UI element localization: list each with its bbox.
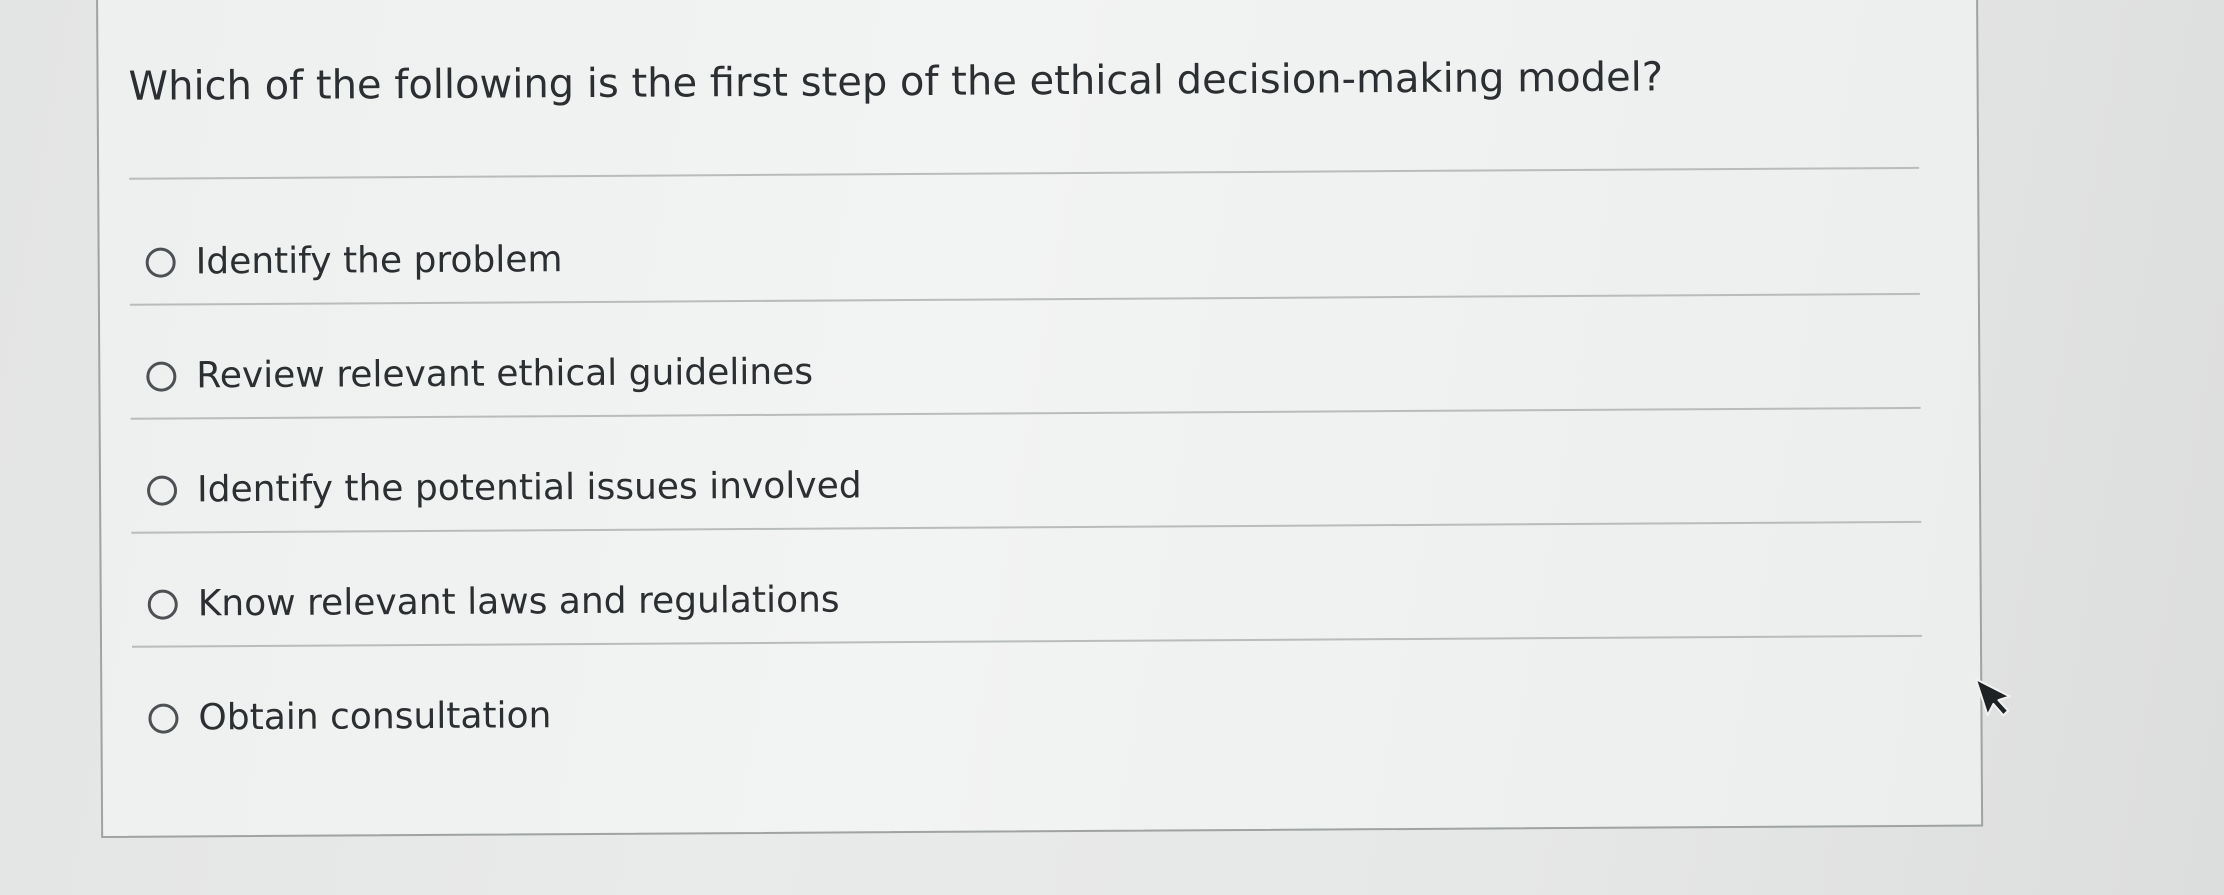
answer-option-4[interactable]: Know relevant laws and regulations: [147, 579, 840, 625]
answer-option-label: Know relevant laws and regulations: [197, 579, 840, 625]
answer-option-label: Obtain consultation: [198, 695, 552, 739]
answer-option-label: Review relevant ethical guidelines: [196, 351, 814, 397]
radio-unselected-icon[interactable]: [148, 703, 179, 734]
option-divider: [132, 634, 1922, 648]
answer-option-2[interactable]: Review relevant ethical guidelines: [146, 352, 813, 397]
option-divider: [130, 406, 1921, 420]
option-divider: [129, 292, 1920, 306]
answer-option-5[interactable]: Obtain consultation: [148, 695, 552, 739]
answer-option-label: Identify the potential issues involved: [196, 465, 862, 511]
radio-unselected-icon[interactable]: [145, 247, 176, 278]
radio-unselected-icon[interactable]: [147, 589, 178, 620]
radio-unselected-icon[interactable]: [146, 475, 178, 506]
question-card: Which of the following is the first step…: [96, 0, 1984, 838]
answer-option-label: Identify the problem: [195, 239, 563, 283]
question-divider: [129, 166, 1920, 180]
answer-option-3[interactable]: Identify the potential issues involved: [146, 465, 862, 511]
radio-unselected-icon[interactable]: [146, 361, 177, 392]
option-divider: [131, 520, 1922, 534]
answer-option-1[interactable]: Identify the problem: [145, 239, 563, 283]
question-text: Which of the following is the first step…: [128, 54, 1664, 110]
